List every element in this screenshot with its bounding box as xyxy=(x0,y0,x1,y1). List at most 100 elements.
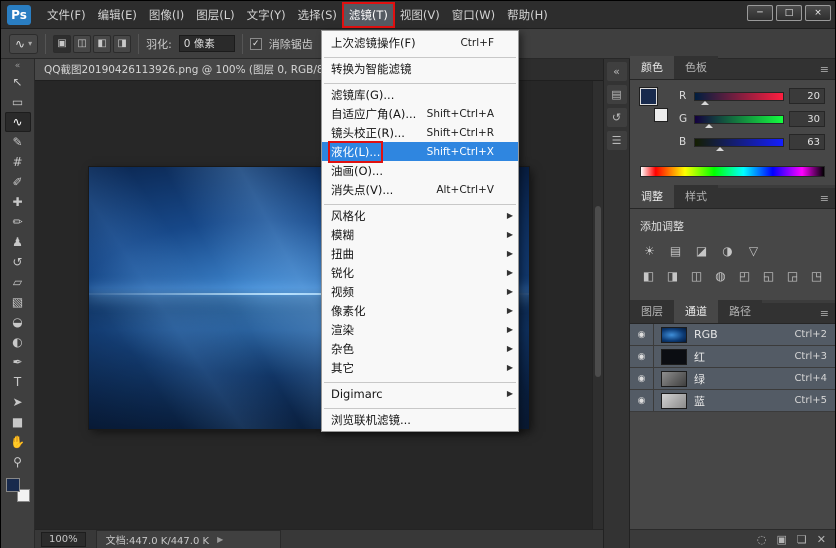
channel-blue[interactable]: ◉ 蓝 Ctrl+5 xyxy=(630,390,835,412)
document-tab[interactable]: QQ截图20190426113926.png @ 100% (图层 0, RGB… xyxy=(35,59,356,80)
hue-saturation-icon[interactable]: ◧ xyxy=(640,267,657,284)
history-brush-tool[interactable]: ↺ xyxy=(5,252,31,272)
black-white-icon[interactable]: ◫ xyxy=(688,267,705,284)
visibility-eye-icon[interactable]: ◉ xyxy=(630,346,654,367)
lasso-tool[interactable]: ∿ xyxy=(5,112,31,132)
history-panel-icon[interactable]: ↺ xyxy=(607,108,627,127)
color-value-field[interactable]: 63 xyxy=(789,134,825,150)
channel-red[interactable]: ◉ 红 Ctrl+3 xyxy=(630,346,835,368)
filter-pixelate[interactable]: 像素化 ▶ xyxy=(322,301,518,320)
filter-convert-smart-filters[interactable]: 转换为智能滤镜 xyxy=(322,59,518,78)
eyedropper-tool[interactable]: ✐ xyxy=(5,172,31,192)
tab-swatches[interactable]: 色板 xyxy=(674,56,718,79)
channel-green[interactable]: ◉ 绿 Ctrl+4 xyxy=(630,368,835,390)
brush-tool[interactable]: ✏ xyxy=(5,212,31,232)
document-size-field[interactable]: 文档:447.0 K/447.0 K ▶ xyxy=(96,530,281,548)
visibility-eye-icon[interactable]: ◉ xyxy=(630,390,654,411)
clone-stamp-tool[interactable]: ♟ xyxy=(5,232,31,252)
filter-digimarc[interactable]: Digimarc ▶ xyxy=(322,384,518,403)
color-panel-swatches[interactable] xyxy=(640,88,670,122)
panel-menu-icon[interactable]: ≡ xyxy=(814,307,835,323)
delete-channel-icon[interactable]: ✕ xyxy=(817,533,826,546)
panel-menu-icon[interactable]: ≡ xyxy=(814,63,835,79)
crop-tool[interactable]: # xyxy=(5,152,31,172)
invert-icon[interactable]: ◲ xyxy=(784,267,801,284)
color-slider-track[interactable] xyxy=(694,138,784,147)
menu-separator[interactable] xyxy=(322,78,518,85)
new-channel-icon[interactable]: ❏ xyxy=(797,533,807,546)
curves-icon[interactable]: ◪ xyxy=(692,242,711,259)
tab-styles[interactable]: 样式 xyxy=(674,185,718,208)
properties-panel-icon[interactable]: ☰ xyxy=(607,131,627,150)
brightness-contrast-icon[interactable]: ☀ xyxy=(640,242,659,259)
channel-rgb[interactable]: ◉ RGB Ctrl+2 xyxy=(630,324,835,346)
collapse-dock-icon[interactable]: « xyxy=(607,62,627,81)
menu-image[interactable]: 图像(I) xyxy=(143,3,190,27)
filter-browse-online[interactable]: 浏览联机滤镜... xyxy=(322,410,518,429)
hand-tool[interactable]: ✋ xyxy=(5,432,31,452)
zoom-tool[interactable]: ⚲ xyxy=(5,452,31,472)
subtract-from-selection-mode[interactable]: ◧ xyxy=(93,35,111,53)
blur-tool[interactable]: ◒ xyxy=(5,312,31,332)
posterize-icon[interactable]: ◳ xyxy=(808,267,825,284)
move-tool[interactable]: ↖ xyxy=(5,72,31,92)
status-arrow-icon[interactable]: ▶ xyxy=(217,535,223,544)
vertical-scrollbar[interactable] xyxy=(592,81,603,529)
close-button[interactable]: × xyxy=(805,5,831,21)
filter-sharpen[interactable]: 锐化 ▶ xyxy=(322,263,518,282)
path-selection-tool[interactable]: ➤ xyxy=(5,392,31,412)
menu-layers[interactable]: 图层(L) xyxy=(190,3,240,27)
menu-type[interactable]: 文字(Y) xyxy=(241,3,292,27)
menu-file[interactable]: 文件(F) xyxy=(41,3,92,27)
toolbar-collapse-icon[interactable]: « xyxy=(1,60,34,72)
color-value-field[interactable]: 20 xyxy=(789,88,825,104)
eraser-tool[interactable]: ▱ xyxy=(5,272,31,292)
type-tool[interactable]: T xyxy=(5,372,31,392)
filter-other[interactable]: 其它 ▶ xyxy=(322,358,518,377)
filter-noise[interactable]: 杂色 ▶ xyxy=(322,339,518,358)
filter-vanishing-point[interactable]: 消失点(V)... Alt+Ctrl+V xyxy=(322,180,518,199)
scrollbar-thumb[interactable] xyxy=(595,206,601,376)
feather-input[interactable]: 0 像素 xyxy=(179,35,235,52)
filter-gallery[interactable]: 滤镜库(G)... xyxy=(322,85,518,104)
visibility-eye-icon[interactable]: ◉ xyxy=(630,324,654,345)
filter-oil-paint[interactable]: 油画(O)... xyxy=(322,161,518,180)
save-selection-icon[interactable]: ▣ xyxy=(777,533,787,546)
foreground-color-swatch[interactable] xyxy=(640,88,657,105)
filter-blur[interactable]: 模糊 ▶ xyxy=(322,225,518,244)
maximize-button[interactable]: □ xyxy=(776,5,802,21)
menu-separator[interactable] xyxy=(322,52,518,59)
filter-last-filter[interactable]: 上次滤镜操作(F) Ctrl+F xyxy=(322,33,518,52)
panel-menu-icon[interactable]: ≡ xyxy=(814,192,835,208)
menu-separator[interactable] xyxy=(322,377,518,384)
menu-separator[interactable] xyxy=(322,403,518,410)
menu-view[interactable]: 视图(V) xyxy=(394,3,446,27)
filter-adaptive-wide-angle[interactable]: 自适应广角(A)... Shift+Ctrl+A xyxy=(322,104,518,123)
background-color-swatch[interactable] xyxy=(654,108,668,122)
tool-preset-picker[interactable]: ∿ ▾ xyxy=(9,34,38,54)
pen-tool[interactable]: ✒ xyxy=(5,352,31,372)
new-selection-mode[interactable]: ▣ xyxy=(53,35,71,53)
gradient-tool[interactable]: ▧ xyxy=(5,292,31,312)
quick-selection-tool[interactable]: ✎ xyxy=(5,132,31,152)
tab-adjustments[interactable]: 调整 xyxy=(630,185,674,208)
menu-help[interactable]: 帮助(H) xyxy=(501,3,554,27)
color-lookup-icon[interactable]: ◱ xyxy=(760,267,777,284)
color-slider-track[interactable] xyxy=(694,92,784,101)
minimize-button[interactable]: ─ xyxy=(747,5,773,21)
foreground-color-swatch[interactable] xyxy=(6,478,20,492)
slider-thumb[interactable] xyxy=(701,97,709,105)
healing-brush-tool[interactable]: ✚ xyxy=(5,192,31,212)
menu-edit[interactable]: 编辑(E) xyxy=(92,3,143,27)
vibrance-icon[interactable]: ▽ xyxy=(744,242,763,259)
filter-stylize[interactable]: 风格化 ▶ xyxy=(322,206,518,225)
marquee-tool[interactable]: ▭ xyxy=(5,92,31,112)
antialias-checkbox[interactable]: ✓ xyxy=(250,38,262,50)
filter-video[interactable]: 视频 ▶ xyxy=(322,282,518,301)
shape-tool[interactable]: ■ xyxy=(5,412,31,432)
channel-mixer-icon[interactable]: ◰ xyxy=(736,267,753,284)
load-selection-icon[interactable]: ◌ xyxy=(757,533,767,546)
levels-icon[interactable]: ▤ xyxy=(666,242,685,259)
exposure-icon[interactable]: ◑ xyxy=(718,242,737,259)
tab-channels[interactable]: 通道 xyxy=(674,300,718,323)
